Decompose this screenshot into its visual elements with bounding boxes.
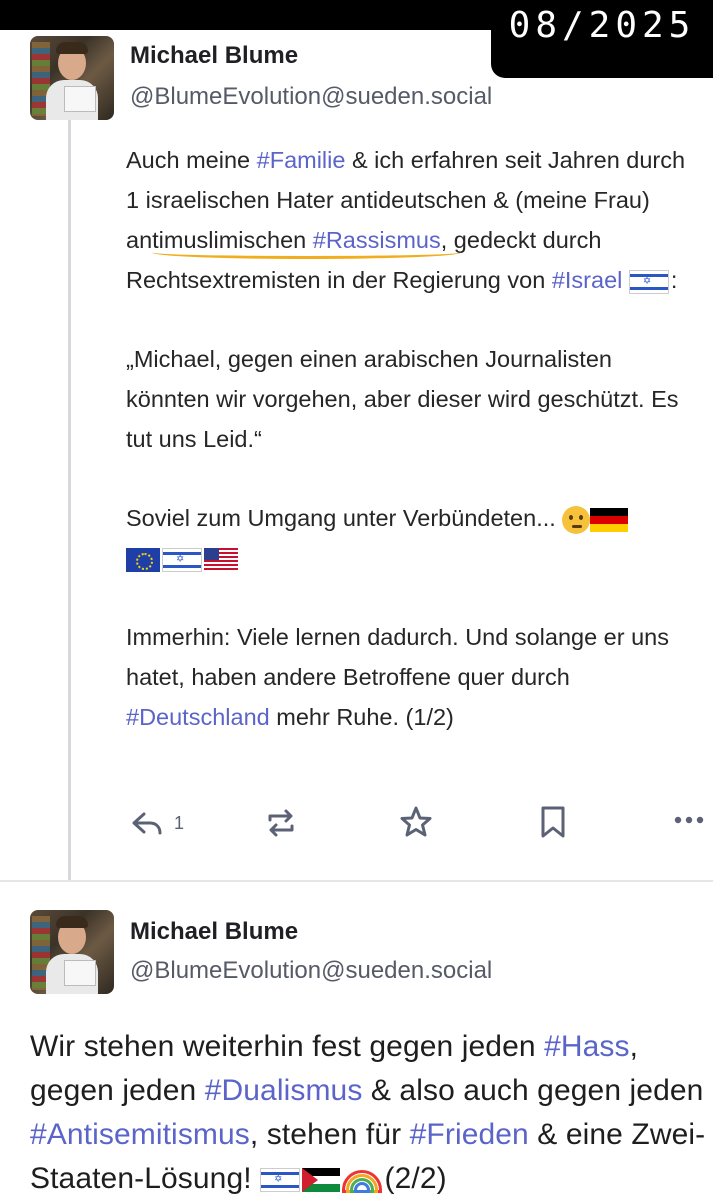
text: & also auch gegen jeden	[362, 1074, 704, 1107]
reply-count: 1	[174, 812, 185, 833]
reply-button[interactable]: 1	[130, 808, 184, 838]
post-paragraph: Immerhin: Viele lernen dadurch. Und sola…	[126, 617, 696, 737]
germany-flag-icon	[590, 507, 629, 532]
israel-flag-icon: ✡	[260, 1168, 301, 1193]
avatar-paper	[64, 86, 96, 112]
reply-icon	[132, 812, 162, 835]
author-name[interactable]: Michael Blume	[130, 42, 298, 70]
post-paragraph: Auch meine #Familie & ich erfahren seit …	[126, 140, 696, 300]
avatar-paper	[64, 960, 96, 986]
more-options-icon	[674, 816, 704, 824]
boost-icon	[268, 809, 294, 837]
hashtag-link[interactable]: #Deutschland	[126, 704, 270, 730]
palestine-flag-icon	[302, 1168, 341, 1193]
hashtag-link[interactable]: #Antisemitismus	[30, 1118, 250, 1151]
author-handle[interactable]: @BlumeEvolution@sueden.social	[130, 83, 492, 111]
hashtag-link[interactable]: #Israel	[552, 267, 623, 293]
thinking-face-icon	[562, 505, 591, 534]
favourite-star-icon	[400, 806, 432, 837]
israel-flag-icon: ✡	[162, 547, 202, 572]
hashtag-link[interactable]: #Hass	[544, 1030, 630, 1063]
hashtag-link[interactable]: #Dualismus	[205, 1074, 363, 1107]
underlined-highlight: timuslimischen #Rassismus	[152, 227, 461, 259]
bookmark-icon	[541, 806, 565, 838]
post-quote: „Michael, gegen einen arabischen Journal…	[126, 346, 679, 452]
eu-flag-icon	[126, 547, 160, 572]
israel-flag-icon: ✡	[628, 269, 669, 294]
text: Soviel zum Umgang unter Verbündeten...	[126, 505, 556, 531]
text: (2/2)	[376, 1162, 447, 1195]
avatar[interactable]	[30, 910, 114, 994]
text: Auch meine	[126, 147, 257, 173]
boost-button[interactable]	[264, 806, 298, 840]
date-stamp: 08/2025	[491, 0, 713, 78]
usa-flag-icon	[204, 547, 238, 572]
hashtag-link[interactable]: #Familie	[257, 147, 346, 173]
post-paragraph: Soviel zum Umgang unter Verbündeten... ✡	[126, 498, 696, 578]
highlight-underline-stroke	[152, 246, 461, 259]
text: , stehen für	[249, 1118, 410, 1151]
author-name[interactable]: Michael Blume	[130, 918, 298, 946]
post-divider	[0, 880, 713, 882]
text: Wir stehen weiterhin fest gegen jeden	[30, 1030, 545, 1063]
avatar-hair	[56, 42, 88, 54]
author-handle[interactable]: @BlumeEvolution@sueden.social	[130, 957, 492, 985]
text: mehr Ruhe. (1/2)	[269, 704, 454, 730]
post-actions-bar: 1	[126, 804, 706, 844]
avatar[interactable]	[30, 36, 114, 120]
text: Immerhin: Viele lernen dadurch. Und sola…	[126, 624, 669, 690]
avatar-hair	[56, 916, 88, 928]
favourite-button[interactable]	[398, 804, 434, 840]
rainbow-icon	[342, 1167, 383, 1194]
post-content: Wir stehen weiterhin fest gegen jeden #H…	[30, 1025, 710, 1201]
thread-connector-line	[68, 120, 71, 880]
text: :	[670, 267, 678, 293]
post-content: Auch meine #Familie & ich erfahren seit …	[126, 140, 696, 737]
bookmark-button[interactable]	[538, 805, 568, 839]
hashtag-link[interactable]: #Frieden	[410, 1118, 529, 1151]
more-options-button[interactable]	[672, 810, 706, 830]
